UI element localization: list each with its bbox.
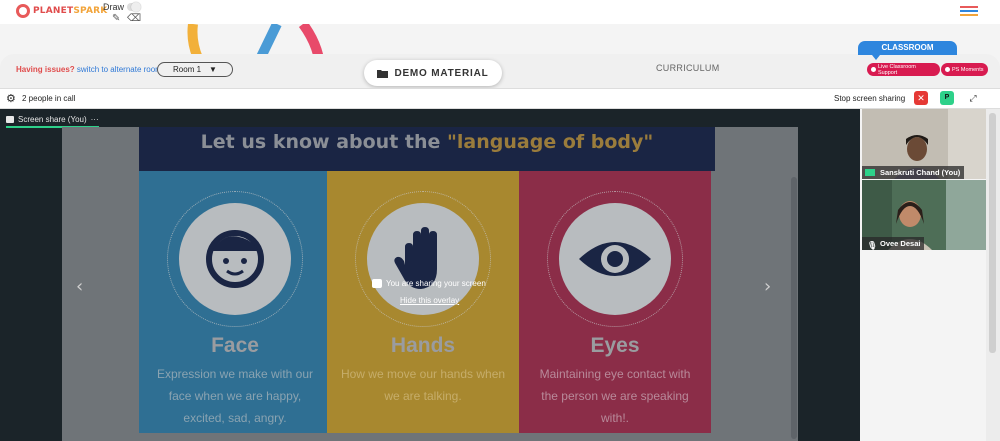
top-bar bbox=[0, 0, 1000, 24]
participant-tile[interactable]: Sanskruti Chand (You) bbox=[862, 109, 986, 179]
participant-name: Sanskruti Chand (You) bbox=[862, 166, 965, 179]
eye-icon bbox=[579, 242, 651, 276]
host-badge-icon bbox=[865, 169, 875, 176]
logo-mark-icon bbox=[16, 4, 30, 18]
draw-label: Draw bbox=[103, 2, 125, 12]
sharing-message: You are sharing your screen bbox=[386, 279, 486, 288]
eyes-panel: Eyes Maintaining eye contact with the pe… bbox=[519, 171, 711, 433]
panel-circle bbox=[559, 203, 671, 315]
moments-icon bbox=[945, 67, 950, 72]
close-icon[interactable]: ✕ bbox=[914, 91, 928, 105]
face-icon bbox=[206, 230, 264, 288]
screen-share-tab-label: Screen share (You) bbox=[18, 115, 87, 124]
stop-sharing-button[interactable]: Stop screen sharing bbox=[834, 94, 905, 103]
hands-title: Hands bbox=[390, 334, 456, 357]
participant-name: 🎙 Ovee Desai bbox=[862, 237, 925, 250]
ps-moments-label: PS Moments bbox=[952, 66, 984, 73]
fullscreen-icon[interactable]: ⤢ bbox=[966, 91, 980, 105]
face-title: Face bbox=[211, 334, 259, 357]
hands-description: How we move our hands when we are talkin… bbox=[340, 367, 506, 403]
sharing-overlay: You are sharing your screen bbox=[372, 279, 502, 288]
support-icon bbox=[871, 67, 876, 72]
screen-share-tab[interactable]: Screen share (You) ··· bbox=[6, 114, 99, 128]
draw-toggle[interactable] bbox=[127, 2, 141, 12]
live-support-label: Live Classroom Support bbox=[877, 63, 916, 76]
people-count: 2 people in call bbox=[22, 94, 76, 103]
next-slide-arrow-icon[interactable]: › bbox=[764, 276, 771, 297]
hide-overlay-link[interactable]: Hide this overlay bbox=[400, 296, 459, 305]
gear-icon[interactable]: ⚙ bbox=[6, 92, 16, 105]
slide-title: Let us know about the "language of body" bbox=[200, 131, 654, 153]
planetspark-logo[interactable]: PLANETSPARK bbox=[16, 4, 107, 18]
pencil-icon[interactable]: ✎ bbox=[112, 13, 120, 24]
classroom-tab[interactable]: CLASSROOM bbox=[858, 41, 957, 55]
folder-icon bbox=[377, 69, 389, 78]
more-options-icon[interactable]: ··· bbox=[91, 115, 99, 124]
eraser-icon[interactable]: ⌫ bbox=[127, 13, 141, 24]
hamburger-menu-icon[interactable] bbox=[960, 6, 978, 18]
logo-text: PLANETSPARK bbox=[33, 6, 108, 16]
ps-moments-button[interactable]: PS Moments bbox=[941, 63, 988, 76]
prev-slide-arrow-icon[interactable]: ‹ bbox=[76, 276, 83, 297]
slide-scrollbar[interactable] bbox=[791, 177, 797, 439]
face-description: Expression we make with our face when we… bbox=[156, 367, 314, 425]
participant-tile[interactable]: 🎙 Ovee Desai bbox=[862, 180, 986, 250]
eyes-description: Maintaining eye contact with the person … bbox=[539, 367, 691, 425]
slide-title-bar: Let us know about the "language of body" bbox=[139, 127, 715, 171]
issues-label: Having issues? bbox=[16, 65, 75, 74]
screen-icon bbox=[6, 116, 14, 123]
scroll-thumb[interactable] bbox=[989, 113, 996, 353]
screen-share-icon bbox=[372, 279, 382, 288]
tab-pointer bbox=[872, 55, 880, 60]
p-button[interactable]: P bbox=[940, 91, 954, 105]
room-select[interactable]: Room 1 ▼ bbox=[157, 62, 233, 77]
panel-circle bbox=[179, 203, 291, 315]
room-select-value: Room 1 bbox=[173, 65, 202, 74]
microphone-icon: 🎙 bbox=[867, 241, 878, 250]
demo-material-button[interactable]: DEMO MATERIAL bbox=[364, 60, 502, 86]
eyes-title: Eyes bbox=[590, 334, 640, 357]
right-scrollbar[interactable] bbox=[986, 109, 1000, 441]
alternate-room-link[interactable]: switch to alternate room bbox=[77, 65, 162, 74]
live-support-button[interactable]: Live Classroom Support bbox=[867, 63, 940, 76]
demo-material-label: DEMO MATERIAL bbox=[394, 67, 489, 79]
issues-notice: Having issues? switch to alternate room bbox=[16, 65, 162, 74]
face-panel: Face Expression we make with our face wh… bbox=[139, 171, 331, 433]
dropdown-caret-icon: ▼ bbox=[209, 65, 217, 74]
curriculum-tab[interactable]: CURRICULUM bbox=[656, 63, 720, 73]
